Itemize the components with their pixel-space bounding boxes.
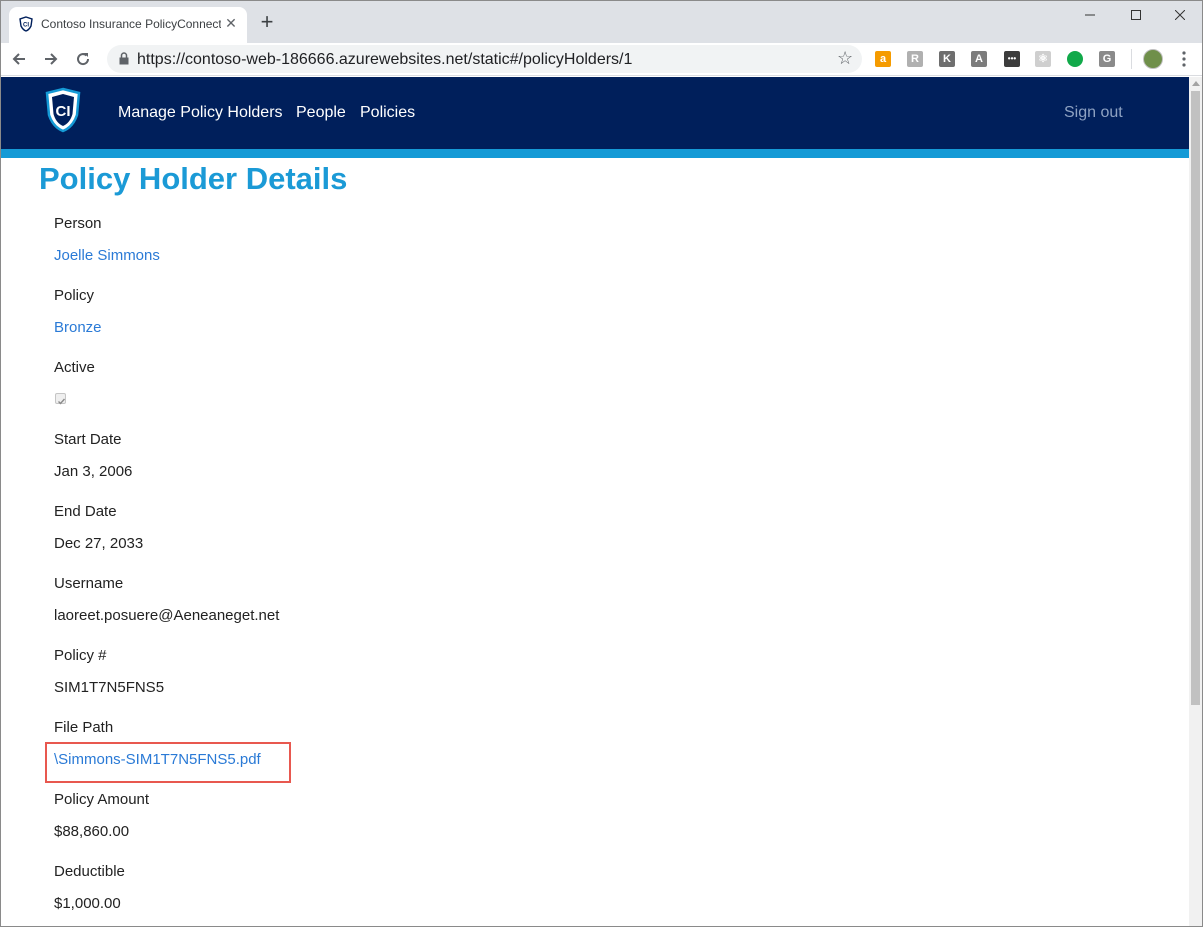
translate-extension-icon[interactable]: R [907, 51, 923, 67]
start-date-label: Start Date [54, 431, 122, 448]
sign-out-link[interactable]: Sign out [1064, 104, 1123, 122]
page-title: Policy Holder Details [39, 161, 348, 196]
browser-tab[interactable]: CI Contoso Insurance PolicyConnect ✕ [9, 7, 247, 43]
reload-button[interactable] [71, 47, 95, 71]
start-date-value: Jan 3, 2006 [54, 463, 133, 480]
username-value: laoreet.posuere@Aeneaneget.net [54, 607, 280, 624]
dots-extension-icon[interactable]: ••• [1004, 51, 1020, 67]
forward-button[interactable] [39, 47, 63, 71]
contoso-shield-icon: CI [19, 16, 33, 32]
close-window-button[interactable] [1157, 1, 1202, 29]
active-label: Active [54, 359, 95, 376]
browser-window: CI Contoso Insurance PolicyConnect ✕ + h… [0, 0, 1203, 927]
back-button[interactable] [7, 47, 31, 71]
policy-number-value: SIM1T7N5FNS5 [54, 679, 165, 696]
person-link[interactable]: Joelle Simmons [54, 247, 160, 264]
minimize-button[interactable] [1067, 1, 1113, 29]
reload-icon [77, 53, 90, 66]
profile-avatar[interactable] [1143, 49, 1163, 69]
url-text: https://contoso-web-186666.azurewebsites… [137, 51, 633, 68]
end-date-value: Dec 27, 2033 [54, 535, 144, 552]
k-extension-icon[interactable]: K [939, 51, 955, 67]
g-extension-icon[interactable]: G [1099, 51, 1115, 67]
tab-title: Contoso Insurance PolicyConnect [41, 17, 221, 31]
address-bar[interactable]: https://contoso-web-186666.azurewebsites… [107, 45, 862, 73]
policy-number-label: Policy # [54, 647, 107, 664]
username-label: Username [54, 575, 124, 592]
end-date-label: End Date [54, 503, 117, 520]
policy-link[interactable]: Bronze [54, 319, 102, 336]
svg-text:CI: CI [56, 103, 71, 120]
browser-toolbar: https://contoso-web-186666.azurewebsites… [1, 43, 1202, 76]
person-label: Person [54, 215, 102, 232]
file-path-label: File Path [54, 719, 114, 736]
page-scrollbar[interactable] [1189, 77, 1202, 926]
evernote-extension-icon[interactable] [1067, 51, 1083, 67]
angular-extension-icon[interactable]: A [971, 51, 987, 67]
new-tab-button[interactable]: + [257, 11, 277, 33]
scroll-thumb[interactable] [1191, 91, 1200, 705]
toolbar-divider [1131, 49, 1132, 69]
nav-policies[interactable]: Policies [360, 104, 415, 122]
policy-label: Policy [54, 287, 95, 304]
nav-people[interactable]: People [296, 104, 346, 122]
active-checkbox [55, 393, 66, 405]
lock-icon [119, 52, 129, 65]
maximize-button[interactable] [1113, 1, 1159, 29]
header-accent-stripe [1, 149, 1189, 158]
forward-arrow-icon [45, 53, 58, 65]
minimize-icon [1085, 14, 1095, 16]
tab-strip: CI Contoso Insurance PolicyConnect ✕ + [1, 1, 1202, 43]
tab-close-icon[interactable]: ✕ [223, 15, 239, 31]
app-header: CI Manage Policy Holders People Policies… [1, 77, 1189, 149]
file-path-link[interactable]: \Simmons-SIM1T7N5FNS5.pdf [54, 751, 261, 768]
back-arrow-icon [12, 53, 25, 65]
more-menu-icon[interactable] [1179, 49, 1189, 69]
close-icon [1175, 10, 1185, 20]
bookmark-star-icon[interactable]: ☆ [837, 48, 853, 69]
nav-manage-policy-holders[interactable]: Manage Policy Holders [118, 104, 283, 122]
deductible-value: $1,000.00 [54, 895, 121, 912]
maximize-icon [1131, 10, 1141, 20]
checkmark-icon [58, 398, 66, 405]
contoso-logo-icon[interactable]: CI [45, 87, 81, 133]
react-extension-icon[interactable]: ⚛ [1035, 51, 1051, 67]
svg-text:CI: CI [23, 23, 29, 29]
scroll-up-arrow-icon[interactable] [1192, 81, 1200, 86]
policy-amount-label: Policy Amount [54, 791, 150, 808]
policy-amount-value: $88,860.00 [54, 823, 130, 840]
amazon-extension-icon[interactable]: a [875, 51, 891, 67]
deductible-label: Deductible [54, 863, 125, 880]
